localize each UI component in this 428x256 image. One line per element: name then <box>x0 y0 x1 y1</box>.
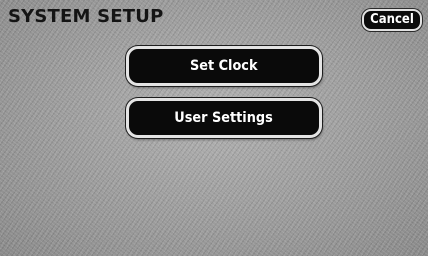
set-clock-button[interactable]: Set Clock <box>126 46 322 86</box>
user-settings-button[interactable]: User Settings <box>126 98 322 138</box>
user-settings-label: User Settings <box>174 110 274 126</box>
cancel-button[interactable]: Cancel <box>362 9 422 31</box>
set-clock-label: Set Clock <box>190 58 258 74</box>
page-title: SYSTEM SETUP <box>8 6 164 27</box>
system-setup-screen: SYSTEM SETUP Cancel Set Clock User Setti… <box>0 0 428 256</box>
